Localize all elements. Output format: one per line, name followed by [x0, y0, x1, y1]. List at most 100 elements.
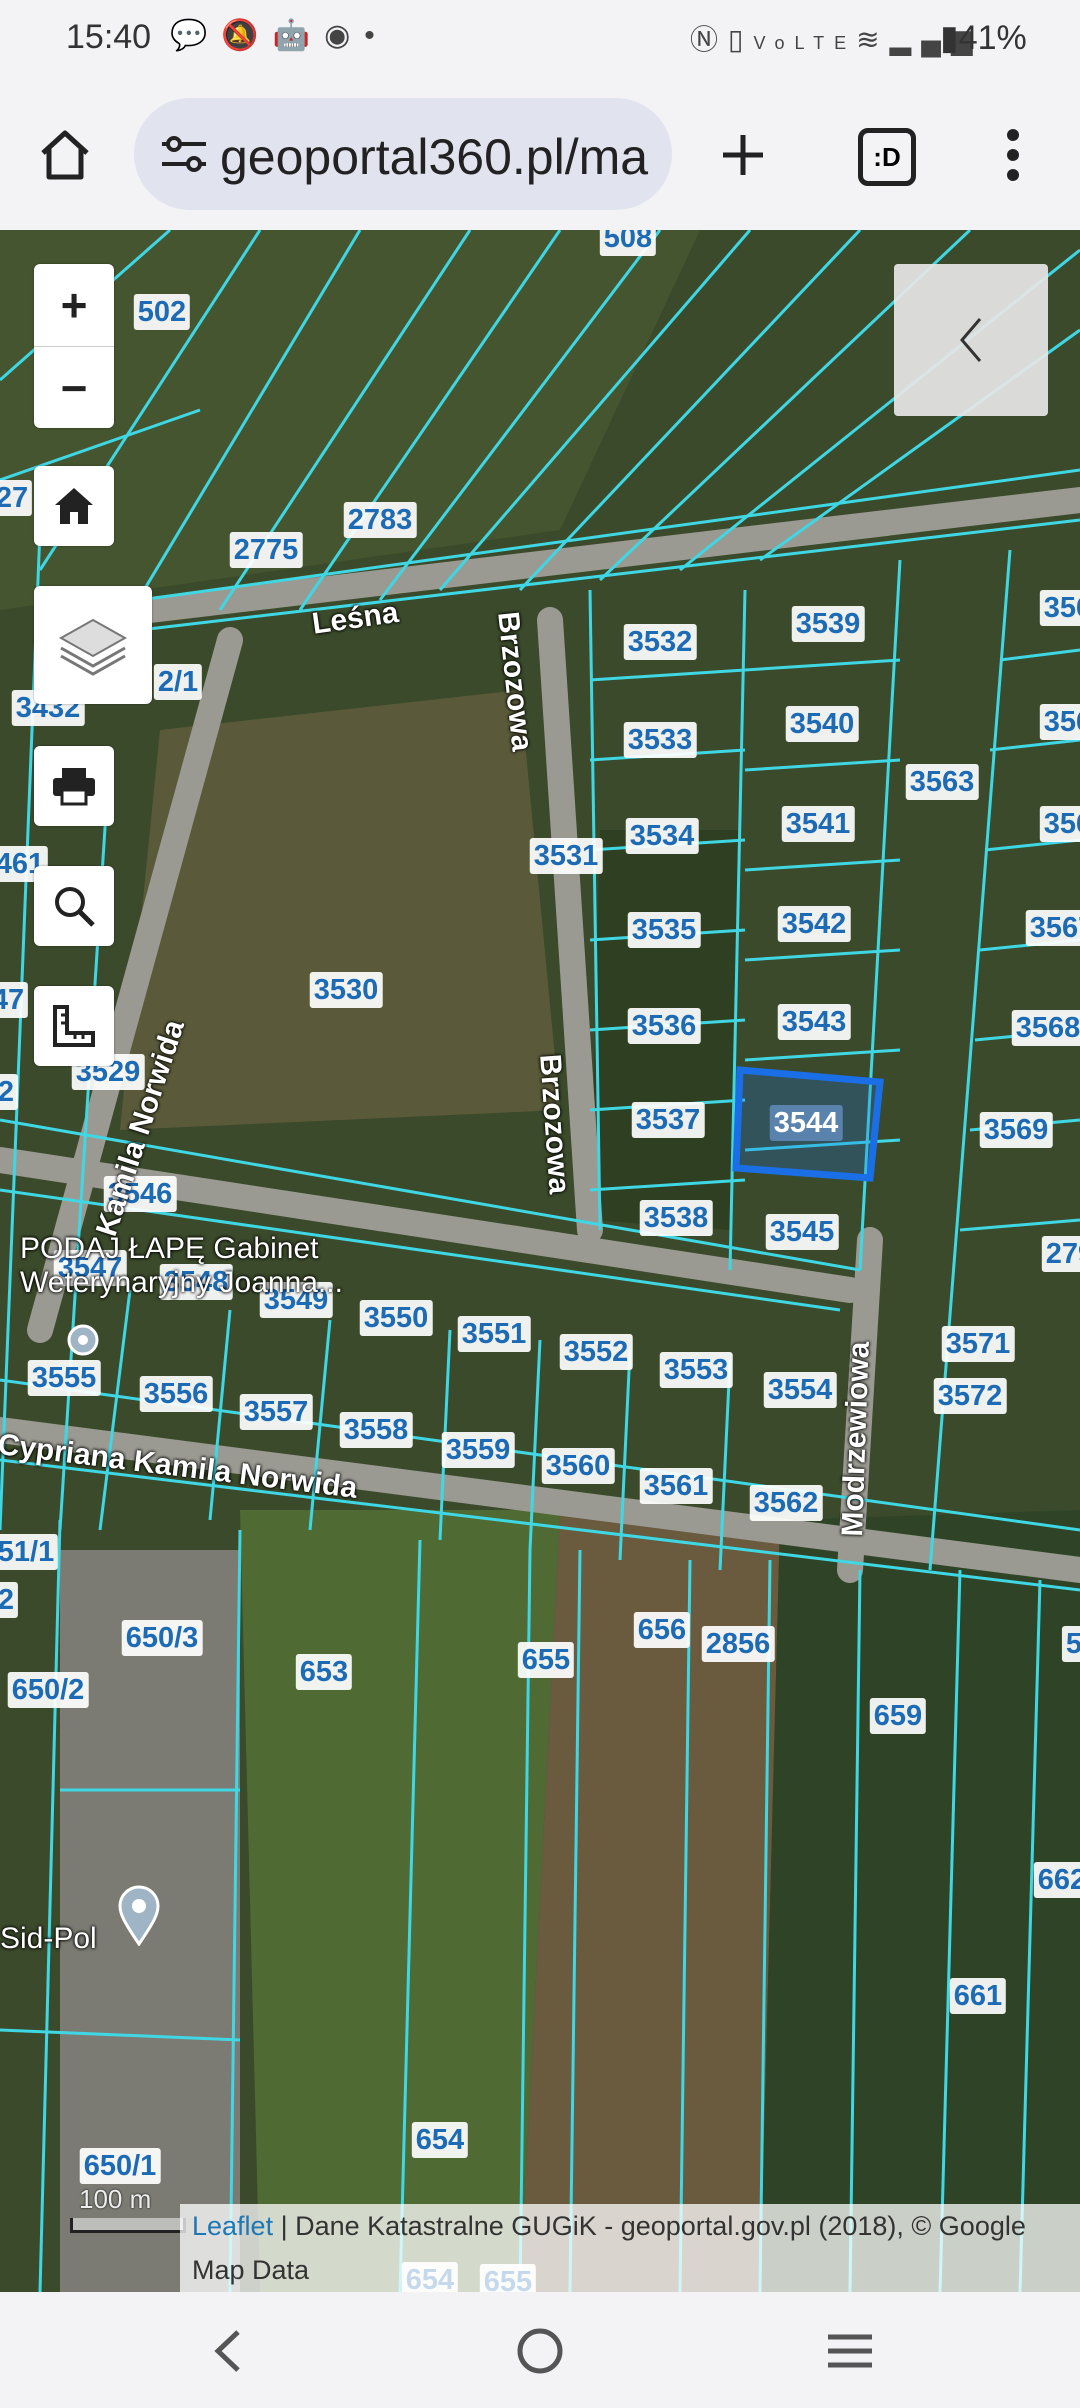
android-icon: 🤖 — [272, 19, 325, 52]
parcel-label[interactable]: 51/1 — [0, 1534, 59, 1570]
parcel-label[interactable]: 3543 — [777, 1004, 851, 1040]
minus-icon: − — [60, 362, 88, 414]
recents-button[interactable] — [810, 2316, 890, 2386]
parcel-label[interactable]: 2/1 — [153, 664, 203, 700]
home-nav-button[interactable] — [500, 2316, 580, 2386]
parcel-label[interactable]: 650/1 — [79, 2148, 161, 2184]
parcel-label[interactable]: 3558 — [339, 1412, 413, 1448]
home-extent-button[interactable] — [34, 466, 114, 546]
parcel-label[interactable]: 661 — [949, 1978, 1007, 2014]
parcel-label[interactable]: 650/3 — [121, 1620, 203, 1656]
parcel-label[interactable]: 653 — [295, 1654, 353, 1690]
parcel-label[interactable]: 3569 — [979, 1112, 1053, 1148]
url-text[interactable]: geoportal360.pl/ma — [220, 128, 648, 186]
parcel-label[interactable]: 659 — [869, 1698, 927, 1734]
tab-switcher-button[interactable]: :D — [858, 128, 916, 186]
parcel-label[interactable]: 662 — [1033, 1862, 1080, 1898]
parcel-label[interactable]: 3559 — [441, 1432, 515, 1468]
parcel-label[interactable]: 3571 — [941, 1326, 1015, 1362]
parcel-label[interactable]: 2783 — [343, 502, 417, 538]
parcel-label[interactable]: 356 — [1039, 704, 1080, 740]
parcel-label[interactable]: 3530 — [309, 972, 383, 1008]
plus-icon — [723, 135, 763, 175]
parcel-label[interactable]: 3572 — [933, 1378, 1007, 1414]
parcel-label[interactable]: 3561 — [639, 1468, 713, 1504]
parcel-label[interactable]: 3557 — [239, 1394, 313, 1430]
nfc-icon: Ⓝ — [690, 24, 729, 55]
volte-icon: VoLTE — [753, 33, 857, 53]
leaflet-link[interactable]: Leaflet — [192, 2211, 273, 2241]
parcel-label[interactable]: 356 — [1039, 590, 1080, 626]
chrome-icon: ◉ — [324, 19, 365, 52]
map-view[interactable]: 508 502 27 2783 2775 2/1 3432 3532 3539 3533 3540 3… — [0, 230, 1080, 2292]
measure-button[interactable] — [34, 986, 114, 1066]
poi-sid-pol[interactable]: Sid-Pol — [0, 1922, 97, 1956]
parcel-label[interactable]: 3552 — [559, 1334, 633, 1370]
attribution-text: | Dane Katastralne GUGiK - geoportal.gov… — [192, 2211, 1026, 2285]
parcel-label[interactable]: 356 — [1039, 806, 1080, 842]
parcel-label[interactable]: 3560 — [541, 1448, 615, 1484]
parcel-label[interactable]: 3554 — [763, 1372, 837, 1408]
parcel-label[interactable]: 3538 — [639, 1200, 713, 1236]
menu-button[interactable] — [976, 118, 1050, 192]
layers-button[interactable] — [34, 586, 152, 704]
parcel-label[interactable]: 2 — [0, 1582, 19, 1618]
parcel-label[interactable]: 3534 — [625, 818, 699, 854]
site-settings-icon[interactable] — [156, 126, 212, 182]
parcel-label[interactable]: 3556 — [139, 1376, 213, 1412]
parcel-label[interactable]: 3537 — [631, 1102, 705, 1138]
parcel-label[interactable]: 3541 — [781, 806, 855, 842]
parcel-label[interactable]: 3545 — [765, 1214, 839, 1250]
parcel-label[interactable]: 3550 — [359, 1300, 433, 1336]
parcel-label[interactable]: 3563 — [905, 764, 979, 800]
parcel-label[interactable]: 3568 — [1011, 1010, 1080, 1046]
parcel-label[interactable]: 3555 — [27, 1360, 101, 1396]
print-button[interactable] — [34, 746, 114, 826]
parcel-label[interactable]: 3533 — [623, 722, 697, 758]
parcel-label[interactable]: 47 — [0, 982, 29, 1018]
parcel-label[interactable]: 2 — [0, 1074, 19, 1110]
search-button[interactable] — [34, 866, 114, 946]
parcel-label[interactable]: 3535 — [627, 912, 701, 948]
parcel-label[interactable]: 2775 — [229, 532, 303, 568]
parcel-label[interactable]: 654 — [411, 2122, 469, 2158]
parcel-label[interactable]: 3539 — [791, 606, 865, 642]
notification-icons: 💬🔕🤖◉• — [170, 18, 389, 53]
back-button[interactable] — [188, 2316, 268, 2386]
battery-percent: 41% — [958, 19, 1027, 57]
plus-icon: + — [60, 279, 88, 331]
system-icons: Ⓝ▯VoLTE≋▂▄▆ — [690, 18, 983, 58]
zoom-in-button[interactable]: + — [34, 264, 114, 347]
parcel-label[interactable]: 3536 — [627, 1008, 701, 1044]
parcel-label[interactable]: 27 — [0, 480, 33, 516]
bell-off-icon: 🔕 — [221, 19, 273, 52]
side-panel-toggle[interactable] — [894, 264, 1048, 416]
poi-vet-clinic[interactable]: PODAJ ŁAPĘ Gabinet Weterynaryjny Joanna.… — [20, 1232, 440, 1300]
parcel-label[interactable]: 656 — [633, 1612, 691, 1648]
parcel-label[interactable]: 3553 — [659, 1352, 733, 1388]
parcel-label[interactable]: 3531 — [529, 838, 603, 874]
parcel-label[interactable]: 2856 — [701, 1626, 775, 1662]
parcel-label[interactable]: 3532 — [623, 624, 697, 660]
home-button[interactable] — [28, 118, 102, 192]
parcel-label[interactable]: 3562 — [749, 1485, 823, 1521]
new-tab-button[interactable] — [706, 118, 780, 192]
parcel-label[interactable]: 3551 — [457, 1316, 531, 1352]
home-icon — [55, 488, 93, 524]
layers-icon — [58, 618, 128, 676]
parcel-label[interactable]: 279 — [1041, 1236, 1080, 1272]
zoom-out-button[interactable]: − — [34, 347, 114, 429]
parcel-label[interactable]: 3540 — [785, 706, 859, 742]
parcel-label-selected[interactable]: 3544 — [769, 1105, 843, 1141]
parcel-label[interactable]: 3567 — [1025, 910, 1080, 946]
parcel-label[interactable]: 508 — [599, 230, 657, 256]
poi-marker[interactable] — [116, 1884, 162, 1954]
parcel-label[interactable]: 3542 — [777, 906, 851, 942]
poi-marker[interactable] — [66, 1323, 100, 1365]
parcel-label[interactable]: 655 — [517, 1642, 575, 1678]
address-bar[interactable]: geoportal360.pl/ma — [134, 98, 672, 210]
parcel-label[interactable]: 650/2 — [7, 1672, 89, 1708]
more-vert-icon — [1007, 129, 1019, 181]
parcel-label[interactable]: 502 — [133, 294, 191, 330]
parcel-label[interactable]: 5 — [1061, 1626, 1080, 1662]
